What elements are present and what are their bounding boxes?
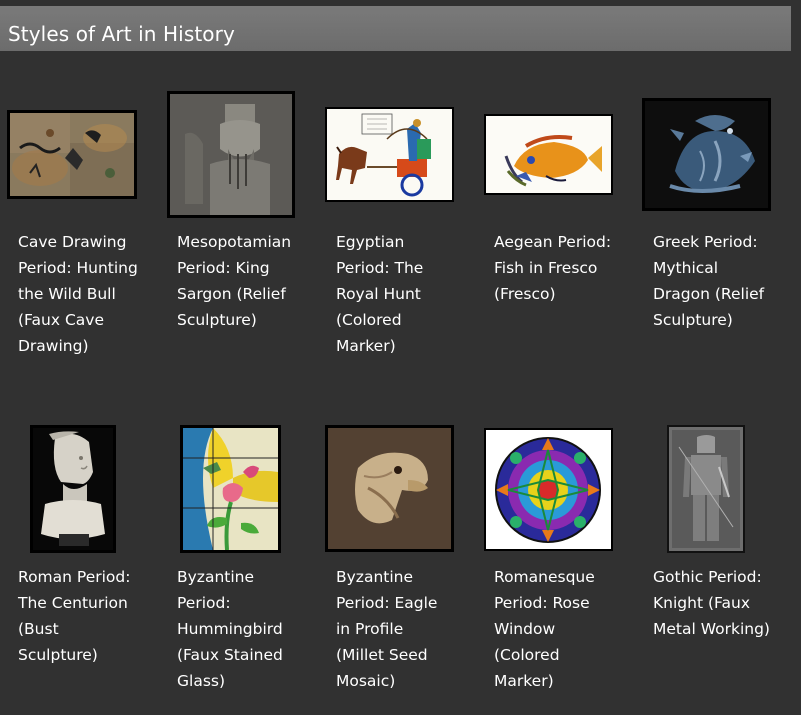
gallery-caption: Byzantine Period: Eagle in Profile (Mill… (336, 568, 438, 690)
gallery-caption: Romanesque Period: Rose Window (Colored … (494, 568, 595, 690)
header-bar: Styles of Art in History (0, 6, 791, 51)
knight-metal-image[interactable] (667, 425, 745, 553)
gallery-caption: Gothic Period: Knight (Faux Metal Workin… (653, 568, 770, 638)
gallery-caption: Aegean Period: Fish in Fresco (Fresco) (494, 233, 612, 303)
dragon-relief-image[interactable] (642, 98, 771, 211)
page: Styles of Art in History Cave Drawing Pe… (0, 0, 801, 715)
fish-fresco-image[interactable] (484, 114, 613, 195)
king-sargon-relief-image[interactable] (167, 91, 295, 218)
cave-drawing-image[interactable] (7, 110, 137, 199)
gallery-caption: Cave Drawing Period: Hunting the Wild Bu… (18, 233, 138, 355)
hummingbird-stained-glass-image[interactable] (180, 425, 281, 553)
royal-hunt-chariot-image[interactable] (325, 107, 454, 202)
gallery-caption: Egyptian Period: The Royal Hunt (Colored… (336, 233, 424, 355)
rose-window-image[interactable] (484, 428, 613, 551)
page-title: Styles of Art in History (8, 22, 235, 46)
gallery-caption: Greek Period: Mythical Dragon (Relief Sc… (653, 233, 765, 329)
gallery-caption: Roman Period: The Centurion (Bust Sculpt… (18, 568, 131, 664)
eagle-mosaic-image[interactable] (325, 425, 454, 552)
gallery-caption: Byzantine Period: Hummingbird (Faux Stai… (177, 568, 283, 690)
centurion-bust-image[interactable] (30, 425, 116, 553)
gallery-caption: Mesopotamian Period: King Sargon (Relief… (177, 233, 292, 329)
